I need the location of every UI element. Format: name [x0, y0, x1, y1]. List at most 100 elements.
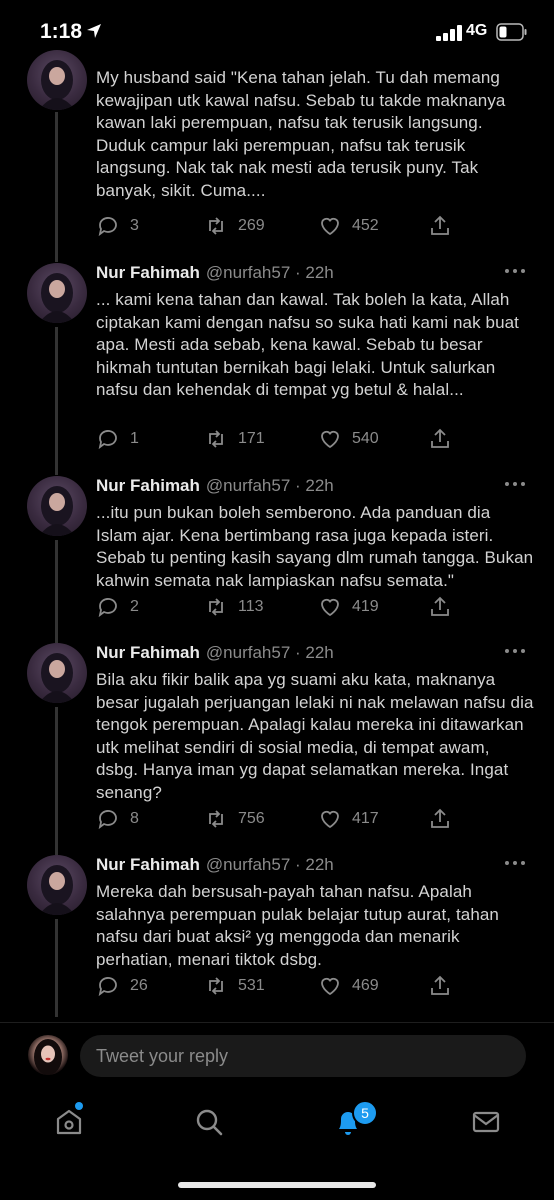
thread-line	[55, 327, 58, 475]
share-button[interactable]	[428, 213, 462, 239]
reply-composer: Tweet your reply	[0, 1022, 554, 1093]
like-button[interactable]: 419	[318, 594, 379, 620]
retweet-count: 269	[238, 217, 265, 234]
like-count: 419	[352, 598, 379, 615]
tweet-header: Nur Fahimah @nurfah57 · 22h	[96, 643, 334, 663]
notifications-badge: 5	[352, 1100, 378, 1126]
share-button[interactable]	[428, 973, 462, 999]
like-count: 469	[352, 977, 379, 994]
like-count: 540	[352, 430, 379, 447]
home-icon	[56, 1109, 82, 1135]
heart-icon	[321, 430, 339, 449]
reply-icon	[98, 217, 117, 237]
reply-placeholder: Tweet your reply	[96, 1045, 229, 1066]
retweet-icon	[209, 217, 223, 235]
more-options-icon[interactable]	[504, 860, 526, 866]
share-button[interactable]	[428, 426, 462, 452]
display-name[interactable]: Nur Fahimah	[96, 476, 200, 495]
reply-icon	[98, 810, 117, 830]
avatar[interactable]	[27, 855, 87, 915]
more-options-icon[interactable]	[504, 481, 526, 487]
share-icon	[431, 975, 449, 995]
retweet-count: 113	[238, 598, 264, 615]
cell-signal-icon	[436, 25, 462, 41]
retweet-button[interactable]: 269	[204, 213, 265, 239]
share-icon	[431, 808, 449, 828]
location-arrow-icon	[87, 24, 101, 38]
status-bar: 1:18 4G	[0, 0, 554, 64]
reply-button[interactable]: 8	[96, 806, 139, 832]
reply-button[interactable]: 1	[96, 426, 139, 452]
tweet-actions: 3 269 452	[96, 213, 516, 239]
tweet-text: ... kami kena tahan dan kawal. Tak boleh…	[96, 290, 519, 399]
new-content-dot	[75, 1102, 83, 1110]
tweet-text: My husband said "Kena tahan jelah. Tu da…	[96, 68, 506, 200]
tweet-actions: 1 171 540	[96, 426, 516, 452]
reply-count: 8	[130, 810, 139, 827]
like-button[interactable]: 540	[318, 426, 379, 452]
reply-count: 1	[130, 430, 139, 447]
tweet-header: Nur Fahimah @nurfah57 · 22h	[96, 476, 334, 496]
avatar[interactable]	[27, 643, 87, 703]
mail-icon	[472, 1111, 500, 1133]
reply-count: 2	[130, 598, 139, 615]
battery-icon	[496, 23, 527, 41]
like-button[interactable]: 469	[318, 973, 379, 999]
handle-time: @nurfah57 · 22h	[205, 476, 334, 495]
share-button[interactable]	[428, 594, 462, 620]
more-options-icon[interactable]	[504, 648, 526, 654]
reply-button[interactable]: 26	[96, 973, 148, 999]
handle-time: @nurfah57 · 22h	[205, 855, 334, 874]
thread-line	[55, 540, 58, 643]
reply-button[interactable]: 3	[96, 213, 139, 239]
handle-time: @nurfah57 · 22h	[205, 263, 334, 282]
like-button[interactable]: 452	[318, 213, 379, 239]
retweet-button[interactable]: 531	[204, 973, 265, 999]
tweet-text: ...itu pun bukan boleh semberono. Ada pa…	[96, 503, 534, 590]
like-count: 417	[352, 810, 379, 827]
tab-messages[interactable]	[470, 1106, 502, 1138]
retweet-count: 756	[238, 810, 265, 827]
home-indicator[interactable]	[178, 1182, 376, 1188]
tab-search[interactable]	[193, 1106, 225, 1138]
share-icon	[431, 596, 449, 616]
reply-input[interactable]: Tweet your reply	[80, 1035, 526, 1077]
tab-home[interactable]	[53, 1106, 85, 1138]
display-name[interactable]: Nur Fahimah	[96, 855, 200, 874]
tweet-actions: 2 113 419	[96, 594, 516, 620]
reply-icon	[98, 430, 117, 450]
retweet-button[interactable]: 756	[204, 806, 265, 832]
share-icon	[431, 428, 449, 448]
tweet-text: Mereka dah bersusah-payah tahan nafsu. A…	[96, 882, 499, 969]
avatar[interactable]	[27, 476, 87, 536]
my-avatar[interactable]	[28, 1035, 68, 1075]
retweet-icon	[209, 810, 223, 828]
tweet-header: Nur Fahimah @nurfah57 · 22h	[96, 855, 334, 875]
display-name[interactable]: Nur Fahimah	[96, 643, 200, 662]
avatar[interactable]	[27, 263, 87, 323]
display-name[interactable]: Nur Fahimah	[96, 263, 200, 282]
share-button[interactable]	[428, 806, 462, 832]
reply-icon	[98, 977, 117, 997]
like-button[interactable]: 417	[318, 806, 379, 832]
search-icon	[196, 1109, 223, 1136]
retweet-icon	[209, 977, 223, 995]
retweet-button[interactable]: 113	[204, 594, 264, 620]
network-type: 4G	[466, 22, 488, 39]
retweet-button[interactable]: 171	[204, 426, 265, 452]
retweet-count: 531	[238, 977, 265, 994]
heart-icon	[321, 810, 339, 829]
like-count: 452	[352, 217, 379, 234]
reply-count: 26	[130, 977, 148, 994]
reply-button[interactable]: 2	[96, 594, 139, 620]
share-icon	[431, 215, 449, 235]
reply-icon	[98, 598, 117, 618]
thread-line	[55, 707, 58, 855]
thread-line	[55, 919, 58, 1017]
avatar[interactable]	[27, 50, 87, 110]
more-options-icon[interactable]	[504, 268, 526, 274]
reply-count: 3	[130, 217, 139, 234]
status-time: 1:18	[40, 20, 83, 43]
tweet-header: Nur Fahimah @nurfah57 · 22h	[96, 263, 334, 283]
thread-line	[55, 112, 58, 262]
